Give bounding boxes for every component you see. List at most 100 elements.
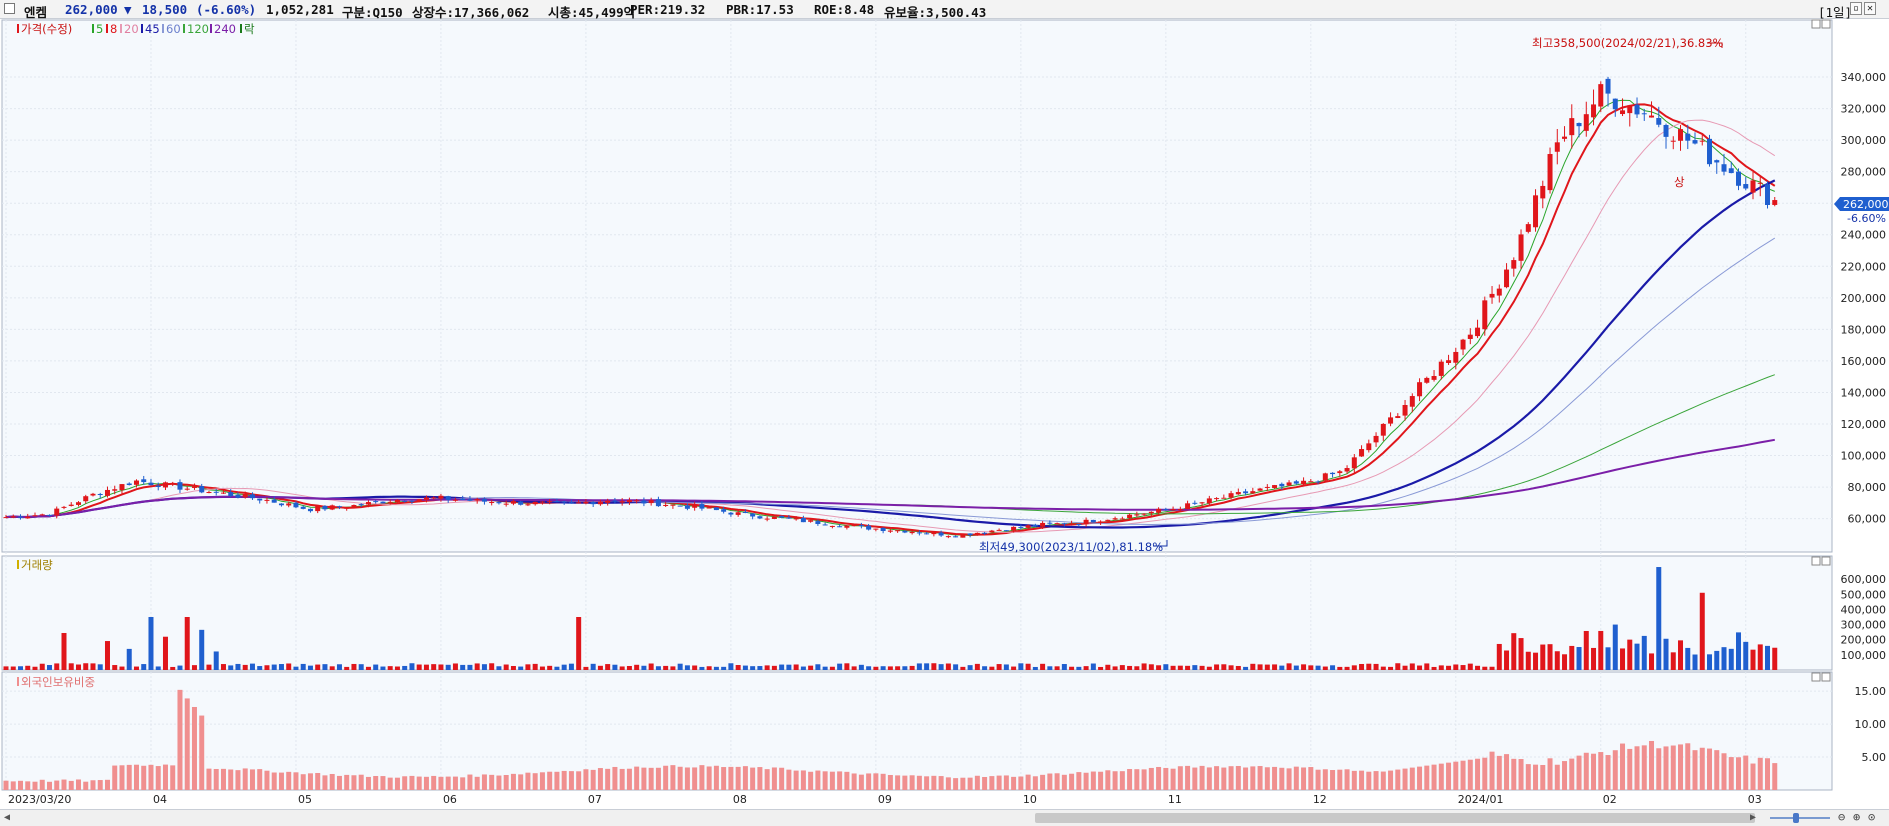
candle-body	[387, 501, 393, 503]
volume-bar	[663, 665, 669, 670]
volume-bar	[866, 666, 872, 670]
volume-bar	[576, 617, 582, 670]
scroll-right-icon[interactable]: ▶	[1750, 812, 1756, 823]
candle-body	[213, 491, 219, 493]
foreign-ownership-bar	[17, 780, 23, 790]
volume-bar	[1496, 643, 1502, 670]
foreign-ownership-bar	[880, 773, 886, 790]
volume-bar	[1192, 665, 1198, 670]
volume-bar	[1678, 640, 1684, 670]
candle-body	[402, 500, 408, 502]
foreign-ownership-bar	[1540, 764, 1546, 790]
foreign-ownership-bar	[1235, 765, 1241, 790]
foreign-ownership-bar	[1098, 771, 1104, 790]
volume-bar	[1098, 666, 1104, 670]
candle-body	[663, 504, 669, 506]
foreign-ownership-bar	[641, 767, 647, 790]
foreign-ownership-bar	[1185, 765, 1191, 790]
foreign-ownership-bar	[1264, 767, 1270, 790]
foreign-ownership-bar	[1127, 769, 1133, 790]
foreign-ownership-bar	[583, 769, 589, 790]
candle-body	[1692, 140, 1698, 144]
volume-bar	[315, 664, 321, 670]
volume-bar	[1409, 663, 1415, 670]
stock-chart[interactable]: 60,000 80,000 100,000 120,000 140,000 160,000…	[0, 0, 1889, 809]
foreign-ownership-bar	[1598, 752, 1604, 790]
volume-bar	[1119, 665, 1125, 670]
volume-bar	[148, 617, 154, 670]
volume-bar	[402, 665, 408, 670]
price-panel[interactable]	[1, 19, 1833, 553]
volume-bar	[322, 664, 328, 670]
volume-bar	[1199, 665, 1205, 670]
foreign-ownership-bar	[220, 768, 226, 790]
volume-bar	[1757, 644, 1763, 670]
foreign-ownership-bar	[1750, 763, 1756, 790]
candle-body	[525, 504, 531, 506]
volume-bar	[1482, 666, 1488, 670]
scrollbar-thumb[interactable]	[1035, 813, 1755, 823]
foreign-ownership-bar	[902, 775, 908, 790]
foreign-ownership-bar	[61, 779, 67, 790]
volume-bar	[1583, 630, 1589, 670]
candle-body	[1402, 405, 1408, 416]
foreign-ownership-bar	[271, 772, 277, 790]
volume-bar	[83, 663, 89, 670]
legend-ma240: 240	[214, 22, 236, 36]
current-price-label: 262,000	[1843, 198, 1889, 211]
volume-bar	[271, 664, 277, 670]
volume-bar	[916, 663, 922, 670]
candle-body	[1293, 481, 1299, 484]
foreign-ownership-bar	[634, 766, 640, 790]
volume-bar	[684, 665, 690, 670]
candle-body	[329, 505, 335, 510]
candle-body	[1235, 492, 1241, 495]
price-y-tick-label: 280,000	[1841, 166, 1887, 179]
volume-bar	[1750, 649, 1756, 670]
candle-body	[83, 496, 89, 502]
candle-body	[170, 483, 176, 485]
volume-bar	[953, 664, 959, 670]
zoom-out-icon[interactable]: ⊖	[1838, 810, 1845, 824]
candle-body	[271, 499, 277, 503]
zoom-slider[interactable]	[1770, 817, 1830, 819]
candle-body	[1308, 481, 1314, 483]
candle-body	[409, 500, 415, 502]
volume-bar	[489, 663, 495, 670]
candle-body	[960, 533, 966, 538]
volume-bar	[1743, 641, 1749, 670]
candle-body	[1627, 105, 1633, 114]
candle-body	[1380, 423, 1386, 436]
candle-body	[1090, 519, 1096, 523]
candle-body	[895, 530, 901, 532]
candle-body	[1431, 376, 1437, 380]
candle-body	[605, 500, 611, 503]
foreign-ownership-bar	[1040, 774, 1046, 790]
foreign-ownership-bar	[228, 769, 234, 790]
volume-bar	[300, 663, 306, 670]
candle-body	[257, 498, 263, 501]
volume-bar	[1562, 654, 1568, 670]
volume-bar	[1431, 666, 1437, 670]
volume-bar	[996, 664, 1002, 670]
candle-body	[1279, 483, 1285, 487]
candle-body	[1127, 514, 1133, 519]
horizontal-scrollbar[interactable]: ◀ ▶ ⊖ ⊕ ⊙	[0, 809, 1889, 826]
zoom-slider-handle[interactable]	[1793, 813, 1799, 823]
foreign-ownership-bar	[1177, 766, 1183, 790]
candle-body	[1460, 339, 1466, 350]
volume-bar	[1489, 666, 1495, 670]
zoom-reset-icon[interactable]: ⊙	[1868, 810, 1875, 824]
volume-bar	[750, 666, 756, 670]
foreign-ownership-bar	[953, 778, 959, 790]
zoom-in-icon[interactable]: ⊕	[1853, 810, 1860, 824]
scroll-left-icon[interactable]: ◀	[4, 812, 10, 823]
candle-body	[380, 501, 386, 504]
candle-body	[1025, 525, 1031, 528]
volume-bar	[728, 663, 734, 670]
price-y-tick-label: 220,000	[1841, 260, 1887, 273]
candle-body	[873, 528, 879, 530]
foreign-ownership-bar	[199, 715, 205, 790]
price-y-tick-label: 200,000	[1841, 292, 1887, 305]
volume-bar	[895, 666, 901, 670]
